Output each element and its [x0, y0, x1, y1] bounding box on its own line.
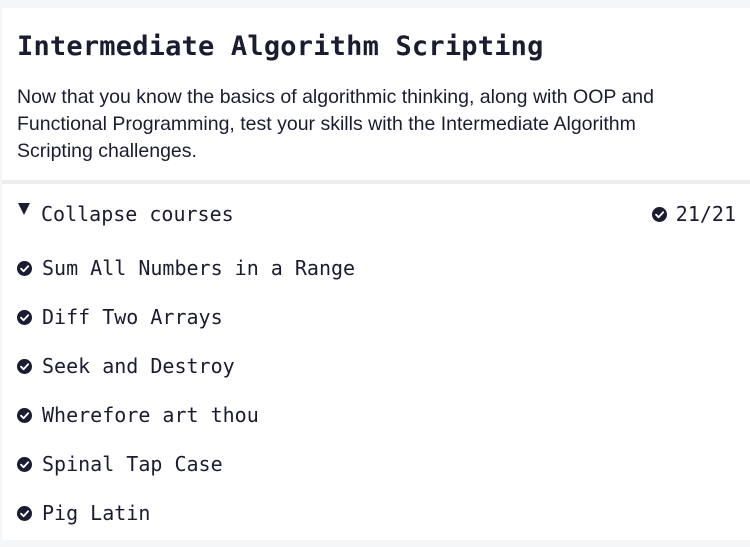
lesson-link[interactable]: Wherefore art thou [42, 402, 259, 428]
check-circle-icon [17, 408, 32, 423]
check-circle-icon [17, 506, 32, 521]
check-circle-icon [17, 457, 32, 472]
lesson-link[interactable]: Spinal Tap Case [42, 451, 223, 477]
check-circle-icon [17, 310, 32, 325]
collapse-courses-toggle[interactable]: Collapse courses 21/21 [2, 198, 750, 232]
progress-count-text: 21/21 [675, 202, 736, 226]
collapse-courses-label: Collapse courses [41, 202, 234, 226]
progress-count: 21/21 [651, 201, 736, 227]
lesson-link[interactable]: Sum All Numbers in a Range [42, 255, 355, 281]
superblock-description: Now that you know the basics of algorith… [17, 86, 654, 162]
lesson-item: Diff Two Arrays [2, 302, 750, 351]
page-title: Intermediate Algorithm Scripting [17, 31, 544, 62]
superblock-header: Intermediate Algorithm Scripting Now tha… [2, 8, 750, 180]
lesson-link[interactable]: Pig Latin [42, 500, 150, 526]
lesson-item: Seek and Destroy [2, 351, 750, 400]
lesson-item: Sum All Numbers in a Range [2, 253, 750, 302]
lesson-link[interactable]: Seek and Destroy [42, 353, 235, 379]
section-divider [2, 180, 750, 184]
check-circle-icon [17, 359, 32, 374]
caret-down-icon [18, 203, 30, 215]
check-circle-icon [651, 206, 667, 222]
superblock-card: Intermediate Algorithm Scripting Now tha… [2, 8, 750, 540]
lesson-link[interactable]: Diff Two Arrays [42, 304, 223, 330]
check-circle-icon [17, 261, 32, 276]
lesson-list: Sum All Numbers in a Range Diff Two Array… [2, 253, 750, 547]
lesson-item: Wherefore art thou [2, 400, 750, 449]
lesson-item: Spinal Tap Case [2, 449, 750, 498]
